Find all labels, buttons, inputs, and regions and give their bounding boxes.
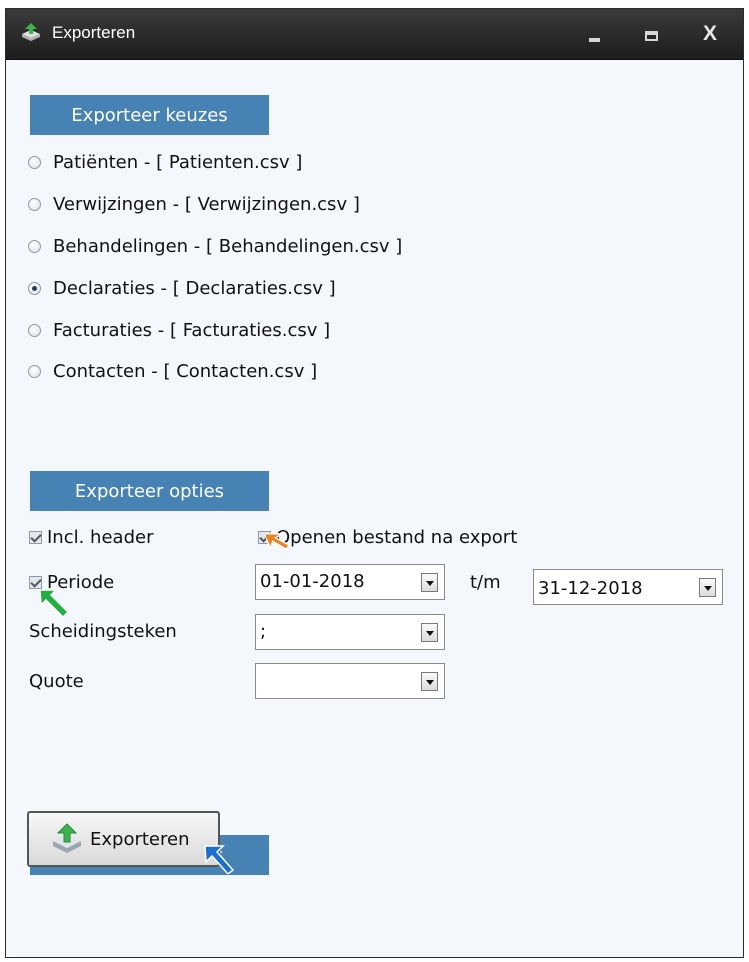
- incl-header-option[interactable]: Incl. header: [29, 524, 153, 550]
- radio-label: Behandelingen - [ Behandelingen.csv ]: [53, 235, 403, 257]
- radio-option-patienten[interactable]: Patiënten - [ Patienten.csv ]: [28, 147, 302, 177]
- radio-option-behandelingen[interactable]: Behandelingen - [ Behandelingen.csv ]: [28, 231, 402, 261]
- radio-button[interactable]: [28, 197, 41, 211]
- radio-button[interactable]: [28, 323, 41, 337]
- date-from-picker[interactable]: 01-01-2018: [255, 564, 445, 600]
- open-file-option[interactable]: Openen bestand na export: [258, 524, 517, 550]
- radio-option-contacten[interactable]: Contacten - [ Contacten.csv ]: [28, 356, 317, 386]
- export-button-label: Exporteren: [90, 829, 190, 850]
- incl-header-label: Incl. header: [47, 526, 154, 548]
- radio-button[interactable]: [28, 155, 41, 169]
- maximize-icon: [645, 31, 658, 41]
- radio-button-selected[interactable]: [28, 281, 41, 295]
- minimize-icon: [589, 38, 600, 42]
- quote-label: Quote: [29, 671, 84, 692]
- export-button[interactable]: Exporteren: [27, 811, 220, 867]
- green-pointer-icon: [39, 589, 70, 619]
- maximize-button[interactable]: [638, 22, 666, 46]
- date-to-value: 31-12-2018: [538, 578, 643, 599]
- radio-button[interactable]: [28, 239, 41, 253]
- date-from-value: 01-01-2018: [260, 571, 365, 592]
- radio-label: Declaraties - [ Declaraties.csv ]: [53, 277, 336, 299]
- chevron-down-icon[interactable]: [421, 623, 438, 642]
- export-icon: [53, 823, 81, 853]
- export-app-icon: [22, 23, 40, 41]
- incl-header-checkbox[interactable]: [29, 530, 42, 544]
- radio-label: Facturaties - [ Facturaties.csv ]: [53, 319, 331, 341]
- separator-value: ;: [260, 621, 267, 642]
- radio-option-verwijzingen[interactable]: Verwijzingen - [ Verwijzingen.csv ]: [28, 189, 360, 219]
- date-range-separator: t/m: [470, 572, 501, 593]
- date-to-picker[interactable]: 31-12-2018: [533, 569, 723, 605]
- chevron-down-icon[interactable]: [421, 672, 438, 691]
- minimize-button[interactable]: [581, 22, 609, 46]
- separator-select[interactable]: ;: [255, 614, 445, 650]
- radio-label: Verwijzingen - [ Verwijzingen.csv ]: [53, 193, 360, 215]
- close-button[interactable]: X: [696, 22, 724, 46]
- blue-pointer-icon: [204, 845, 235, 874]
- chevron-down-icon[interactable]: [699, 578, 716, 597]
- radio-button[interactable]: [28, 364, 41, 378]
- window-title: Exporteren: [52, 23, 136, 42]
- section-header-keuzes: Exporteer keuzes: [30, 95, 269, 135]
- open-file-label: Openen bestand na export: [276, 526, 518, 548]
- quote-select[interactable]: [255, 663, 445, 699]
- radio-label: Contacten - [ Contacten.csv ]: [53, 360, 318, 382]
- orange-pointer-icon: [266, 532, 290, 551]
- radio-label: Patiënten - [ Patienten.csv ]: [53, 151, 303, 173]
- radio-option-declaraties[interactable]: Declaraties - [ Declaraties.csv ]: [28, 273, 336, 303]
- chevron-down-icon[interactable]: [421, 573, 438, 592]
- radio-option-facturaties[interactable]: Facturaties - [ Facturaties.csv ]: [28, 315, 330, 345]
- section-header-opties: Exporteer opties: [30, 471, 269, 511]
- separator-label: Scheidingsteken: [29, 621, 177, 642]
- title-bar[interactable]: Exporteren X: [6, 9, 743, 60]
